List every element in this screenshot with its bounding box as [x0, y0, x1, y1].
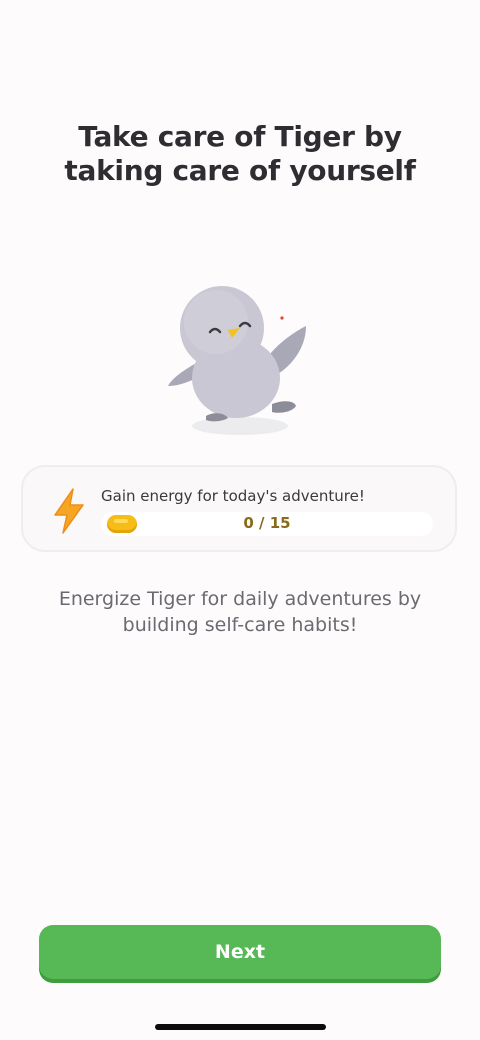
lightning-bolt-icon [51, 487, 87, 535]
energy-progress-bar: 0 / 15 [101, 512, 433, 536]
home-indicator[interactable] [155, 1024, 326, 1030]
description-text: Energize Tiger for daily adventures by b… [58, 588, 422, 636]
penguin-mascot-icon [160, 282, 320, 442]
energy-label: Gain energy for today's adventure! [101, 487, 365, 505]
page-title: Take care of Tiger by taking care of you… [64, 120, 416, 187]
next-button[interactable]: Next [39, 925, 441, 979]
energy-card: Gain energy for today's adventure! 0 / 1… [21, 465, 457, 552]
energy-progress-text: 0 / 15 [243, 514, 291, 532]
